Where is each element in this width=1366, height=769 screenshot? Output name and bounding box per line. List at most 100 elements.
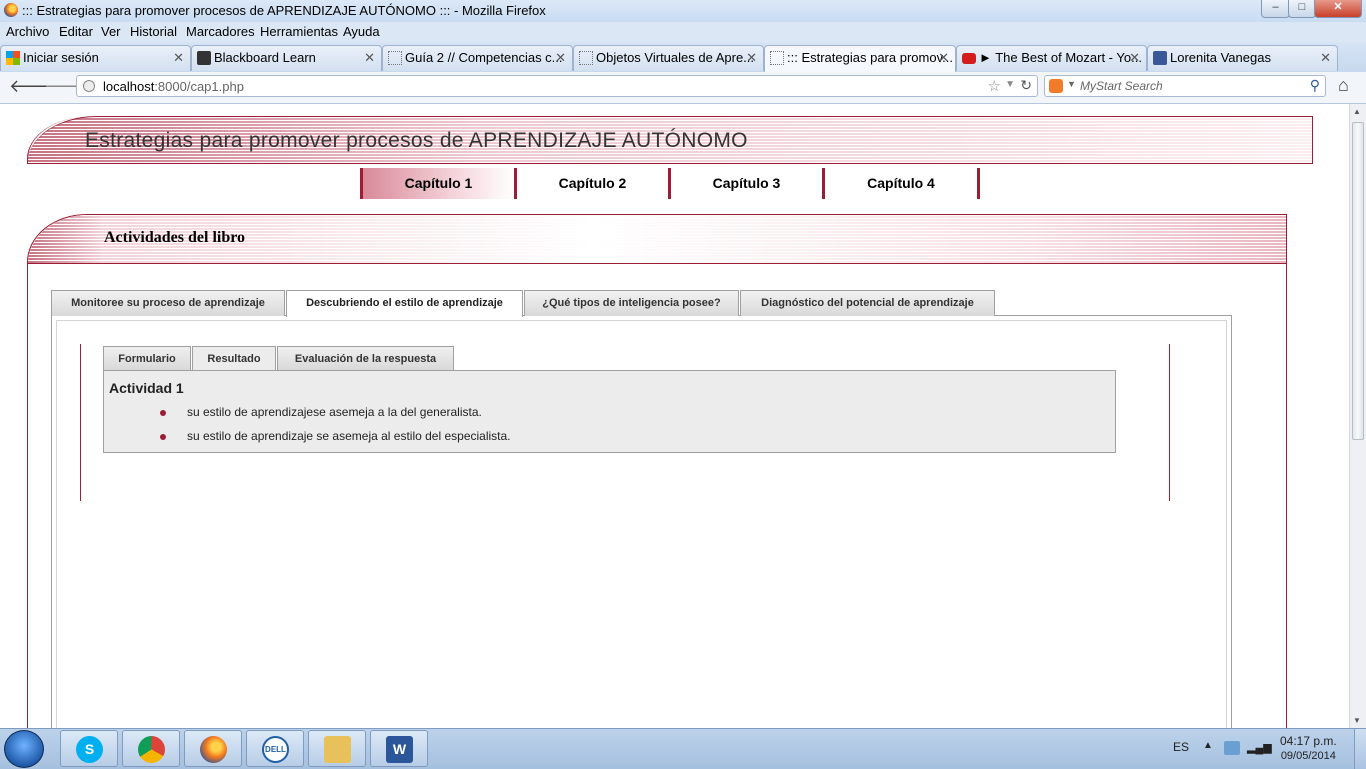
tab-resultado[interactable]: Resultado: [192, 346, 276, 373]
browser-tab-label: Blackboard Learn: [214, 50, 316, 65]
clock-date: 09/05/2014: [1280, 750, 1336, 762]
show-desktop-button[interactable]: [1354, 729, 1366, 769]
menu-bar: Archivo Editar Ver Historial Marcadores …: [0, 22, 1366, 42]
globe-icon: [83, 80, 95, 92]
minimize-button[interactable]: –: [1261, 0, 1290, 18]
left-divider: [80, 344, 81, 501]
clock[interactable]: 04:17 p.m. 09/05/2014: [1280, 734, 1337, 764]
vertical-scrollbar[interactable]: ▲ ▼: [1349, 104, 1366, 728]
network-icon[interactable]: [1224, 741, 1240, 755]
result-line: su estilo de aprendizaje se asemeja al e…: [187, 429, 511, 443]
browser-tab-label: Iniciar sesión: [23, 50, 99, 65]
menu-ayuda[interactable]: Ayuda: [343, 24, 380, 39]
browser-tab-facebook[interactable]: Lorenita Vanegas ✕: [1147, 45, 1338, 71]
bookmark-star-icon[interactable]: ☆: [988, 77, 1001, 95]
tab-descubriendo[interactable]: Descubriendo el estilo de aprendizaje: [286, 290, 523, 317]
tab-close-icon[interactable]: ✕: [364, 46, 375, 70]
firefox-icon: [200, 736, 227, 763]
tab-close-icon[interactable]: ✕: [1320, 46, 1331, 70]
taskbar-chrome[interactable]: [122, 730, 180, 767]
menu-marcadores[interactable]: Marcadores: [186, 24, 255, 39]
chevron-down-icon[interactable]: ▼: [1005, 79, 1015, 90]
chapter-3-link[interactable]: Capítulo 3: [671, 168, 825, 199]
result-panel: Actividad 1 su estilo de aprendizajese a…: [103, 370, 1116, 453]
browser-tab-strip: Iniciar sesión ✕ Blackboard Learn ✕ Guía…: [0, 42, 1366, 107]
scroll-up-icon[interactable]: ▲: [1353, 107, 1361, 116]
chapter-1-link[interactable]: Capítulo 1: [360, 168, 517, 199]
close-window-button[interactable]: ✕: [1314, 0, 1362, 18]
tab-diagnostico[interactable]: Diagnóstico del potencial de aprendizaje: [740, 290, 995, 316]
browser-tab-blackboard[interactable]: Blackboard Learn ✕: [191, 45, 382, 71]
page-title: Estrategias para promover procesos de AP…: [85, 129, 748, 152]
tab-close-icon[interactable]: ✕: [555, 46, 566, 70]
chapter-2-link[interactable]: Capítulo 2: [517, 168, 671, 199]
navigation-bar: 🡐 🡒 localhost:8000/cap1.php ☆ ▼ ↻ ▼ MySt…: [0, 72, 1366, 104]
tab-close-icon[interactable]: ✕: [938, 46, 949, 70]
browser-tab-label: Guía 2 // Competencias c...: [405, 50, 563, 65]
result-heading: Actividad 1: [109, 380, 184, 396]
search-engine-icon[interactable]: [1049, 79, 1063, 93]
tab-evaluacion[interactable]: Evaluación de la respuesta: [277, 346, 454, 372]
start-button[interactable]: [4, 730, 44, 768]
menu-archivo[interactable]: Archivo: [6, 24, 49, 39]
search-box[interactable]: ▼ MyStart Search ⚲: [1044, 75, 1326, 97]
facebook-icon: [1153, 51, 1167, 65]
blank-page-icon: [388, 51, 402, 65]
reload-icon[interactable]: ↻: [1020, 77, 1032, 94]
scroll-down-icon[interactable]: ▼: [1353, 716, 1361, 725]
signal-icon[interactable]: ▂▄▆: [1247, 741, 1272, 754]
search-placeholder: MyStart Search: [1080, 79, 1163, 93]
tab-close-icon[interactable]: ✕: [746, 46, 757, 70]
bullet-icon: [160, 410, 166, 416]
maximize-button[interactable]: □: [1288, 0, 1316, 18]
chrome-icon: [138, 736, 165, 763]
activities-panel-header: Actividades del libro: [28, 215, 1286, 264]
youtube-icon: [962, 53, 976, 64]
firefox-icon: [4, 3, 18, 17]
taskbar: S DELL W ES ▲ ▂▄▆ 04:17 p.m. 09/05/2014: [0, 728, 1366, 769]
blank-page-icon: [770, 51, 784, 65]
menu-ver[interactable]: Ver: [101, 24, 121, 39]
menu-herramientas[interactable]: Herramientas: [260, 24, 338, 39]
menu-historial[interactable]: Historial: [130, 24, 177, 39]
browser-tab-guia[interactable]: Guía 2 // Competencias c... ✕: [382, 45, 573, 71]
chapter-4-link[interactable]: Capítulo 4: [825, 168, 980, 199]
skype-icon: S: [76, 736, 103, 763]
search-icon[interactable]: ⚲: [1310, 77, 1320, 94]
taskbar-explorer[interactable]: [308, 730, 366, 767]
url-text: localhost:8000/cap1.php: [103, 79, 244, 94]
panel-title: Actividades del libro: [104, 229, 246, 246]
result-line: su estilo de aprendizajese asemeja a la …: [187, 405, 482, 419]
taskbar-dell[interactable]: DELL: [246, 730, 304, 767]
bullet-icon: [160, 434, 166, 440]
scrollbar-thumb[interactable]: [1352, 122, 1364, 440]
language-indicator[interactable]: ES: [1173, 740, 1189, 754]
chevron-down-icon[interactable]: ▼: [1067, 79, 1076, 89]
window-title: ::: Estrategias para promover procesos d…: [22, 3, 546, 18]
file-explorer-icon: [324, 736, 351, 763]
taskbar-skype[interactable]: S: [60, 730, 118, 767]
tab-close-icon[interactable]: ✕: [173, 46, 184, 70]
show-hidden-icons-icon[interactable]: ▲: [1203, 740, 1213, 751]
home-icon[interactable]: ⌂: [1338, 75, 1349, 96]
tab-inteligencia[interactable]: ¿Qué tipos de inteligencia posee?: [524, 290, 739, 316]
tab-formulario[interactable]: Formulario: [103, 346, 191, 372]
browser-tab-mozart[interactable]: ► The Best of Mozart - Yo... ✕: [956, 45, 1147, 71]
browser-tab-objetos[interactable]: Objetos Virtuales de Apre... ✕: [573, 45, 764, 71]
tab-close-icon[interactable]: ✕: [1129, 46, 1140, 70]
blackboard-icon: [197, 51, 211, 65]
menu-editar[interactable]: Editar: [59, 24, 93, 39]
browser-tab-iniciar-sesion[interactable]: Iniciar sesión ✕: [0, 45, 191, 71]
right-divider: [1169, 344, 1170, 501]
clock-time: 04:17 p.m.: [1280, 734, 1337, 748]
taskbar-firefox[interactable]: [184, 730, 242, 767]
address-bar[interactable]: localhost:8000/cap1.php ☆ ▼ ↻: [76, 75, 1038, 97]
taskbar-word[interactable]: W: [370, 730, 428, 767]
browser-tab-label: Lorenita Vanegas: [1170, 50, 1271, 65]
tab-monitoree[interactable]: Monitoree su proceso de aprendizaje: [51, 290, 285, 316]
browser-tab-label: ::: Estrategias para promov...: [787, 50, 953, 65]
browser-tab-estrategias[interactable]: ::: Estrategias para promov... ✕: [764, 45, 956, 72]
browser-tab-label: Objetos Virtuales de Apre...: [596, 50, 755, 65]
page-banner: Estrategias para promover procesos de AP…: [27, 116, 1313, 164]
page-viewport: Estrategias para promover procesos de AP…: [0, 104, 1349, 728]
